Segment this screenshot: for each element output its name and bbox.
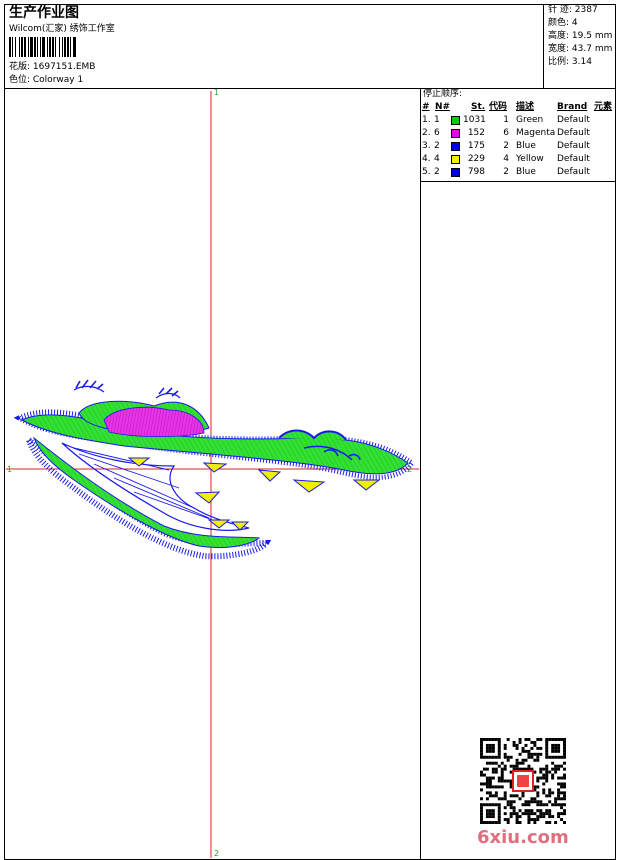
stop-sequence-title: 停止顺序: [423, 89, 463, 99]
row-3-num: 3. [422, 141, 431, 151]
stat-scale: 比例: 3.14 [548, 57, 592, 67]
barcode-icon [9, 37, 76, 57]
row-4-num: 4. [422, 154, 431, 164]
pattern-file: 花版: 1697151.EMB [9, 62, 96, 72]
header-needle: N# [435, 102, 451, 112]
row-4-code: 4 [503, 154, 509, 164]
axis-label-left: 1 [7, 465, 12, 474]
row-3-st: 175 [467, 141, 485, 151]
watermark-logo: 6xiu.com [477, 827, 569, 848]
row-5-code: 2 [503, 167, 509, 177]
color-swatch-3 [451, 142, 460, 151]
qr-code-icon [480, 738, 566, 824]
row-3-brand: Default [557, 141, 590, 151]
header-stitches: St. [471, 102, 486, 112]
header-num: # [422, 102, 430, 112]
row-4-brand: Default [557, 154, 590, 164]
header-element: 元素 [594, 102, 613, 112]
row-2-st: 152 [467, 128, 485, 138]
row-1-num: 1. [422, 115, 431, 125]
row-5-desc: Blue [516, 167, 536, 177]
crocodile-design [13, 379, 416, 560]
row-5-brand: Default [557, 167, 590, 177]
row-2-num: 2. [422, 128, 431, 138]
header-brand: Brand [557, 102, 588, 112]
axis-label-top: 1 [214, 88, 219, 97]
header-code: 代码 [489, 102, 508, 112]
row-3-n: 2 [434, 141, 440, 151]
row-5-num: 5. [422, 167, 431, 177]
stat-width: 宽度: 43.7 mm [548, 44, 613, 54]
company-name: Wilcom(汇家) 绣饰工作室 [9, 24, 115, 34]
row-1-brand: Default [557, 115, 590, 125]
row-5-n: 2 [434, 167, 440, 177]
color-swatch-2 [451, 129, 460, 138]
row-4-st: 229 [467, 154, 485, 164]
color-swatch-1 [451, 116, 460, 125]
row-1-st: 1031 [463, 115, 486, 125]
row-1-code: 1 [503, 115, 509, 125]
row-2-n: 6 [434, 128, 440, 138]
row-3-desc: Blue [516, 141, 536, 151]
row-1-n: 1 [434, 115, 440, 125]
row-4-desc: Yellow [516, 154, 544, 164]
row-3-code: 2 [503, 141, 509, 151]
colorway-label: 色位: Colorway 1 [9, 75, 84, 85]
stat-stitches: 针 迹: 2387 [548, 5, 598, 15]
color-swatch-5 [451, 168, 460, 177]
stat-height: 高度: 19.5 mm [548, 31, 613, 41]
row-2-desc: Magenta [516, 128, 556, 138]
row-2-brand: Default [557, 128, 590, 138]
table-divider [420, 181, 616, 182]
color-swatch-4 [451, 155, 460, 164]
stat-colors: 颜色: 4 [548, 18, 578, 28]
row-4-n: 4 [434, 154, 440, 164]
page-title: 生产作业图 [9, 5, 79, 21]
header-divider [543, 4, 544, 89]
row-1-desc: Green [516, 115, 544, 125]
header-desc: 描述 [516, 102, 535, 112]
embroidery-preview: 1 2 1 2 [6, 88, 419, 858]
row-2-code: 6 [503, 128, 509, 138]
row-5-st: 798 [467, 167, 485, 177]
axis-label-bottom: 2 [214, 849, 219, 858]
